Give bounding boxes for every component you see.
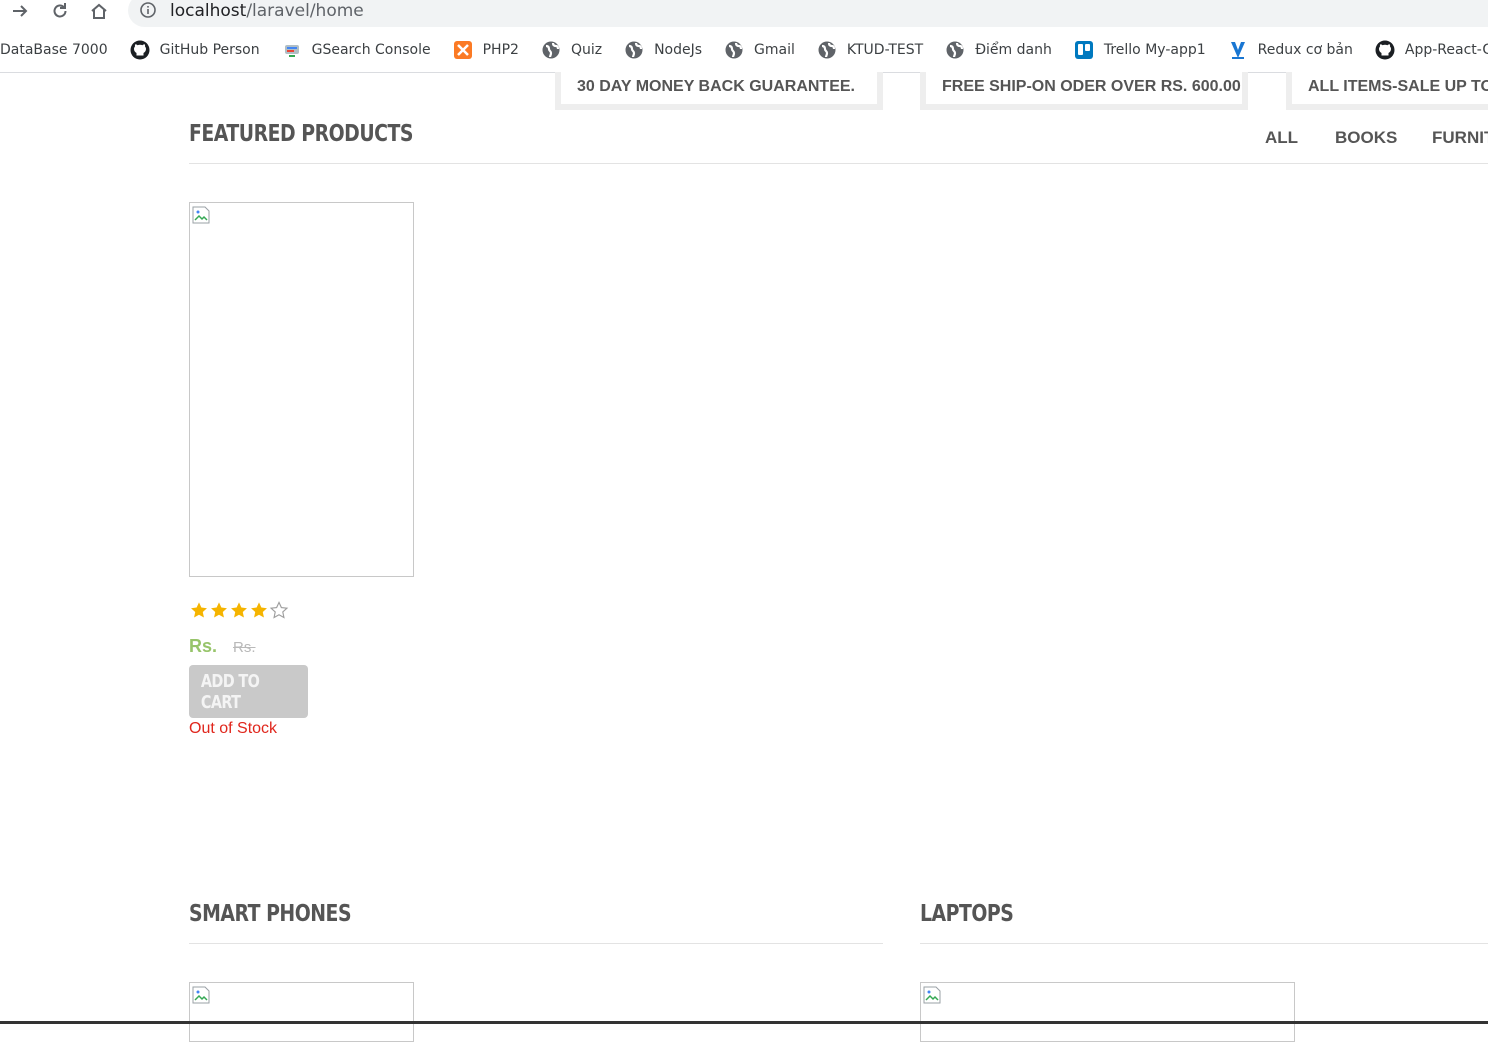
featured-divider: [189, 163, 1488, 164]
filter-all[interactable]: ALL: [1265, 128, 1298, 148]
price-new: Rs.: [189, 636, 218, 656]
star-filled-icon: [231, 602, 247, 618]
bookmark-label: Redux cơ bản: [1257, 42, 1353, 58]
broken-image-icon: [192, 986, 210, 1004]
bookmark-label: NodeJs: [654, 42, 703, 58]
reload-icon[interactable]: [46, 0, 74, 22]
bookmark-label: Gmail: [754, 42, 795, 58]
smart-phones-title: SMART PHONES: [189, 901, 352, 927]
bookmarks-bar: DataBase 7000 GitHub Person GSearch Cons…: [0, 38, 1488, 62]
star-filled-icon: [191, 602, 207, 618]
bookmark-gsearch-console[interactable]: GSearch Console: [282, 40, 431, 60]
globe-icon: [817, 40, 837, 60]
star-filled-icon: [211, 602, 227, 618]
laptop-product-image[interactable]: [920, 982, 1295, 1042]
bookmark-label: GitHub Person: [159, 42, 260, 58]
bookmark-php2[interactable]: PHP2: [453, 40, 519, 60]
url-text: localhost/laravel/home: [170, 1, 364, 21]
bookmark-label: GSearch Console: [311, 42, 431, 58]
bookmark-label: PHP2: [482, 42, 519, 58]
promo-text: FREE SHIP-ON ODER OVER RS. 600.00: [942, 78, 1241, 95]
bookmark-quiz[interactable]: Quiz: [541, 40, 602, 60]
add-to-cart-label: ADD TO CART: [200, 670, 260, 713]
bookmark-nodejs[interactable]: NodeJs: [624, 40, 702, 60]
globe-icon: [541, 40, 561, 60]
vuetify-icon: [1228, 40, 1248, 60]
star-filled-icon: [251, 602, 267, 618]
github-icon: [1375, 40, 1395, 60]
search-console-icon: [282, 40, 302, 60]
product-image[interactable]: [189, 202, 414, 577]
bookmark-app-react-git[interactable]: App-React-Git: [1375, 40, 1488, 60]
promo-free-ship: FREE SHIP-ON ODER OVER RS. 600.00: [920, 72, 1248, 110]
bookmark-label: Trello My-app1: [1103, 42, 1206, 58]
home-icon[interactable]: [85, 0, 113, 22]
github-icon: [130, 40, 150, 60]
forward-icon[interactable]: [6, 0, 34, 22]
bookmark-label: App-React-Git: [1404, 42, 1488, 58]
bookmark-github-person[interactable]: GitHub Person: [130, 40, 260, 60]
globe-icon: [724, 40, 744, 60]
laptops-divider: [920, 943, 1488, 944]
address-bar[interactable]: localhost/laravel/home: [128, 0, 1488, 27]
broken-image-icon: [923, 986, 941, 1004]
bookmark-ktud-test[interactable]: KTUD-TEST: [817, 40, 923, 60]
bookmark-label: Quiz: [570, 42, 603, 58]
bookmark-database[interactable]: DataBase 7000: [0, 42, 108, 58]
filter-furniture[interactable]: FURNIT: [1432, 128, 1488, 148]
phone-product-image[interactable]: [189, 982, 414, 1042]
out-of-stock-label: Out of Stock: [189, 720, 278, 737]
bookmark-trello[interactable]: Trello My-app1: [1074, 40, 1206, 60]
featured-title: FEATURED PRODUCTS: [189, 121, 413, 147]
smart-phones-divider: [189, 943, 883, 944]
promo-text: 30 DAY MONEY BACK GUARANTEE.: [577, 78, 855, 95]
bookmark-diem-danh[interactable]: Điểm danh: [945, 40, 1052, 60]
browser-chrome: localhost/laravel/home DataBase 7000 Git…: [0, 0, 1488, 73]
filter-books[interactable]: BOOKS: [1335, 128, 1397, 148]
url-path: /laravel/home: [246, 1, 364, 21]
promo-text: ALL ITEMS-SALE UP TO 2: [1308, 78, 1488, 95]
promo-money-back: 30 DAY MONEY BACK GUARANTEE.: [555, 72, 883, 110]
globe-icon: [624, 40, 644, 60]
xampp-icon: [453, 40, 473, 60]
price-old: Rs.: [233, 639, 256, 656]
site-info-icon[interactable]: [140, 2, 156, 18]
url-host: localhost: [170, 1, 247, 21]
bookmark-label: DataBase 7000: [0, 42, 108, 58]
broken-image-icon: [192, 206, 210, 224]
bookmark-label: KTUD-TEST: [846, 42, 924, 58]
star-empty-icon: [269, 601, 289, 619]
trello-icon: [1074, 40, 1094, 60]
promo-sale: ALL ITEMS-SALE UP TO 2: [1286, 72, 1488, 110]
bookmark-gmail[interactable]: Gmail: [724, 40, 795, 60]
product-rating: [189, 601, 289, 619]
globe-icon: [945, 40, 965, 60]
bookmark-redux[interactable]: Redux cơ bản: [1228, 40, 1353, 60]
bookmark-label: Điểm danh: [975, 42, 1052, 58]
laptops-title: LAPTOPS: [920, 901, 1014, 927]
add-to-cart-button[interactable]: ADD TO CART: [189, 665, 308, 718]
